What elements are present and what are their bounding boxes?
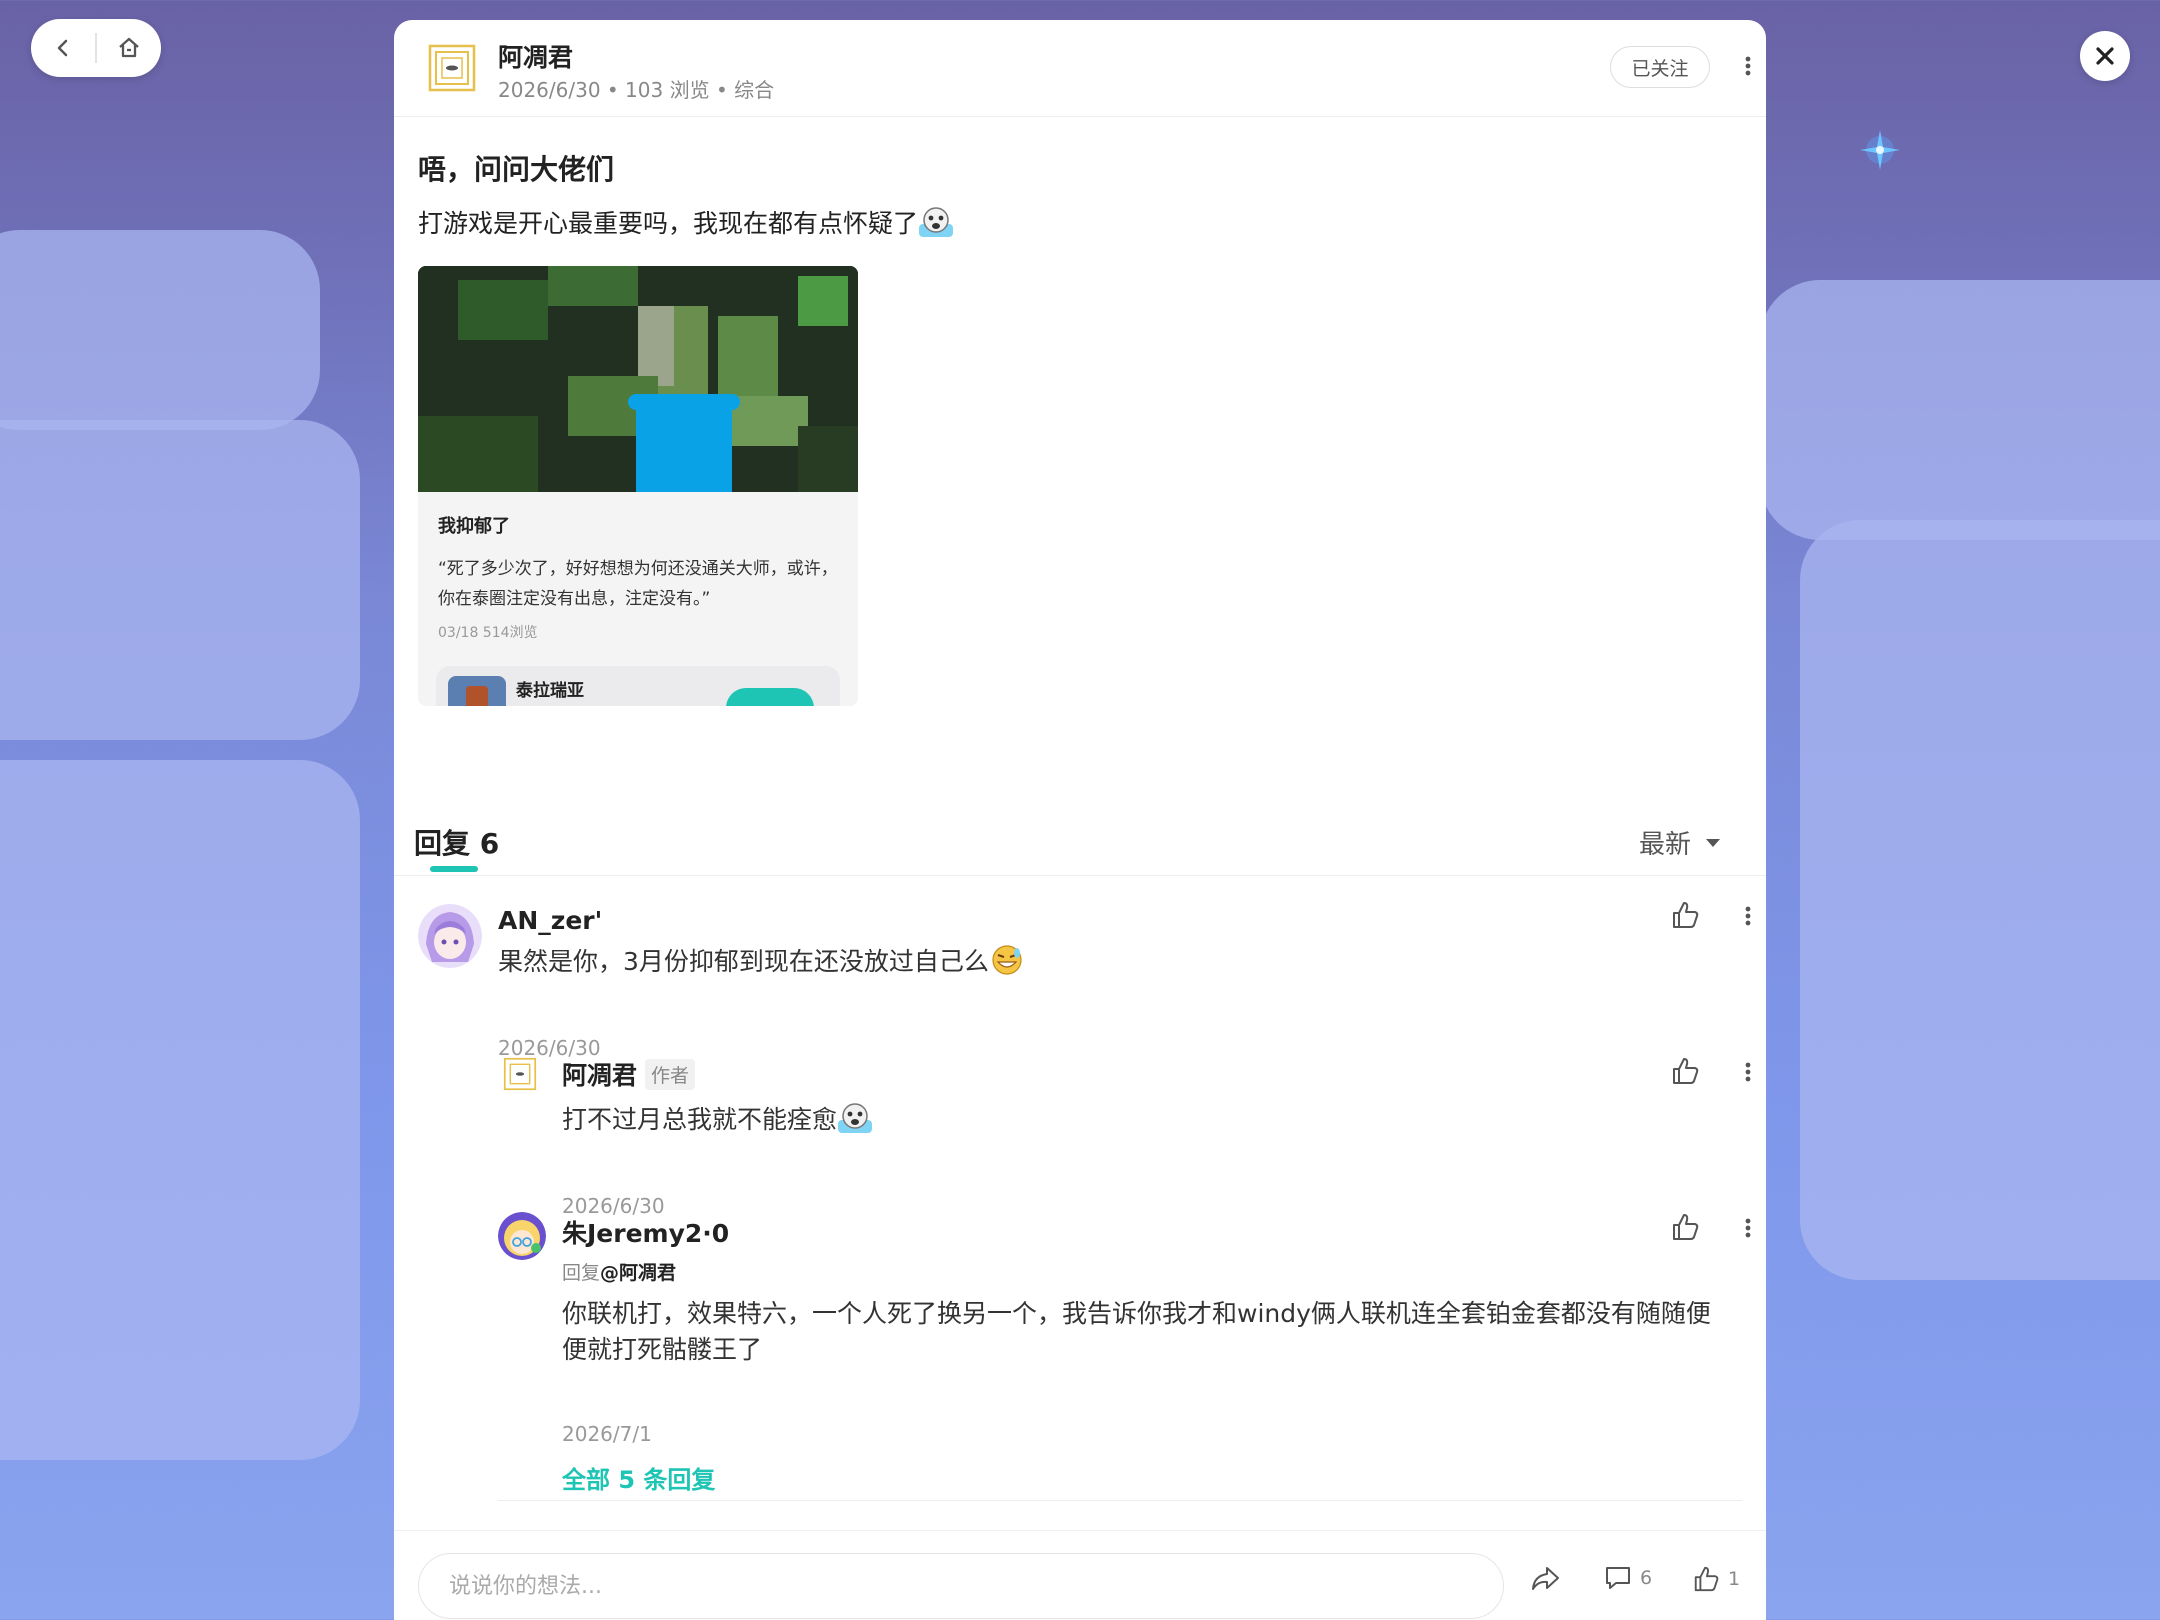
game-name: 泰拉瑞亚 [516, 681, 584, 701]
comment-more-button[interactable] [1736, 904, 1760, 928]
replies-tab[interactable]: 回复 6 [414, 822, 499, 862]
reply-author-name-text[interactable]: 阿凋君 [562, 1061, 637, 1090]
cloud-decoration [0, 760, 360, 1460]
grinning-sweat-emoji-icon [992, 945, 1022, 975]
cloud-decoration [0, 420, 360, 740]
game-icon [448, 676, 506, 706]
comment-text: 果然是你，3月份抑郁到现在还没放过自己么 [498, 944, 1025, 980]
sort-dropdown[interactable]: 最新 [1639, 824, 1721, 861]
more-vertical-icon [1745, 1218, 1751, 1238]
reply-text-content: 打不过月总我就不能痊愈 [562, 1105, 838, 1134]
crying-emoji-icon [838, 1103, 873, 1133]
reply-author-name[interactable]: 朱Jeremy2·0 [562, 1214, 729, 1250]
embedded-game-card: 泰拉瑞亚 [436, 666, 840, 706]
author-avatar[interactable] [502, 1056, 538, 1092]
like-icon [1694, 1566, 1719, 1592]
like-icon[interactable] [1670, 1056, 1700, 1086]
reply-to-label: 回复@阿凋君 [562, 1258, 676, 1285]
reply-to-user[interactable]: @阿凋君 [600, 1262, 676, 1284]
post-meta: 2026/6/30 • 103 浏览 • 综合 [498, 78, 775, 102]
star-icon [1860, 130, 1900, 170]
comment-input[interactable] [418, 1553, 1504, 1619]
comment-count-button[interactable]: 6 [1604, 1565, 1652, 1591]
caret-down-icon [1706, 838, 1721, 847]
close-button[interactable] [2080, 31, 2130, 81]
home-button[interactable] [97, 19, 161, 77]
back-button[interactable] [31, 19, 95, 77]
post-title: 唔，问问大佬们 [418, 153, 615, 186]
reply-more-button[interactable] [1736, 1216, 1760, 1240]
post-body: 打游戏是开心最重要吗，我现在都有点怀疑了 [418, 204, 954, 240]
comment-icon [1606, 1567, 1630, 1589]
like-icon[interactable] [1670, 900, 1700, 930]
view-all-replies-link[interactable]: 全部 5 条回复 [562, 1460, 715, 1495]
comment-text-content: 果然是你，3月份抑郁到现在还没放过自己么 [498, 947, 989, 976]
reply-more-button[interactable] [1736, 1060, 1760, 1084]
cloud-decoration [1800, 520, 2160, 1280]
reply-date: 2026/7/1 [562, 1422, 652, 1446]
embedded-post-card[interactable]: 我抑郁了 “死了多少次了，好好想想为何还没通关大师，或许，你在泰圈注定没有出息，… [418, 266, 858, 706]
replies-header: 回复 6 最新 [394, 800, 1766, 876]
sort-label: 最新 [1639, 830, 1692, 860]
comment-divider [498, 1500, 1742, 1501]
cloud-decoration [0, 230, 320, 430]
commenter-avatar[interactable] [418, 904, 482, 968]
author-avatar[interactable] [426, 42, 478, 94]
post-more-button[interactable] [1736, 54, 1760, 78]
replies-tab-indicator [430, 866, 478, 872]
embedded-post-meta: 03/18 514浏览 [438, 625, 538, 641]
like-count-button[interactable]: 1 [1692, 1565, 1740, 1593]
like-icon[interactable] [1670, 1212, 1700, 1242]
more-vertical-icon [1745, 906, 1751, 926]
reply-prefix: 回复 [562, 1262, 601, 1284]
bottom-action-bar: 6 1 [394, 1530, 1766, 1620]
author-name[interactable]: 阿凋君 [498, 38, 573, 74]
post-header: 阿凋君 2026/6/30 • 103 浏览 • 综合 已关注 [394, 20, 1766, 117]
more-vertical-icon [1745, 1062, 1751, 1082]
commenter-name[interactable]: AN_zer' [498, 906, 602, 935]
comment-count: 6 [1640, 1567, 1653, 1589]
commenter-avatar[interactable] [498, 1212, 546, 1260]
post-panel: 阿凋君 2026/6/30 • 103 浏览 • 综合 已关注 唔，问问大佬们 … [394, 20, 1766, 1620]
like-count: 1 [1728, 1568, 1741, 1590]
game-start-button [726, 688, 814, 706]
cloud-decoration [1760, 280, 2160, 540]
nav-pill [31, 19, 161, 77]
post-body-text: 打游戏是开心最重要吗，我现在都有点怀疑了 [418, 209, 919, 238]
chevron-left-icon [57, 39, 68, 57]
embedded-post-title: 我抑郁了 [438, 516, 510, 537]
crying-emoji-icon [919, 207, 954, 237]
reply-author-name: 阿凋君 作者 [562, 1056, 696, 1092]
more-vertical-icon [1745, 56, 1751, 76]
reply-text: 打不过月总我就不能痊愈 [562, 1102, 873, 1138]
follow-button[interactable]: 已关注 [1610, 46, 1710, 88]
reply-text: 你联机打，效果特六，一个人死了换另一个，我告诉你我才和windy俩人联机连全套铂… [562, 1299, 1711, 1364]
home-icon [119, 37, 139, 58]
close-icon [2096, 47, 2114, 65]
embedded-post-text: “死了多少次了，好好想想为何还没通关大师，或许，你在泰圈注定没有出息，注定没有。… [438, 559, 838, 609]
share-icon [1532, 1567, 1559, 1590]
author-tag: 作者 [645, 1059, 696, 1090]
share-button[interactable] [1530, 1565, 1560, 1593]
embedded-post-image [418, 266, 858, 492]
